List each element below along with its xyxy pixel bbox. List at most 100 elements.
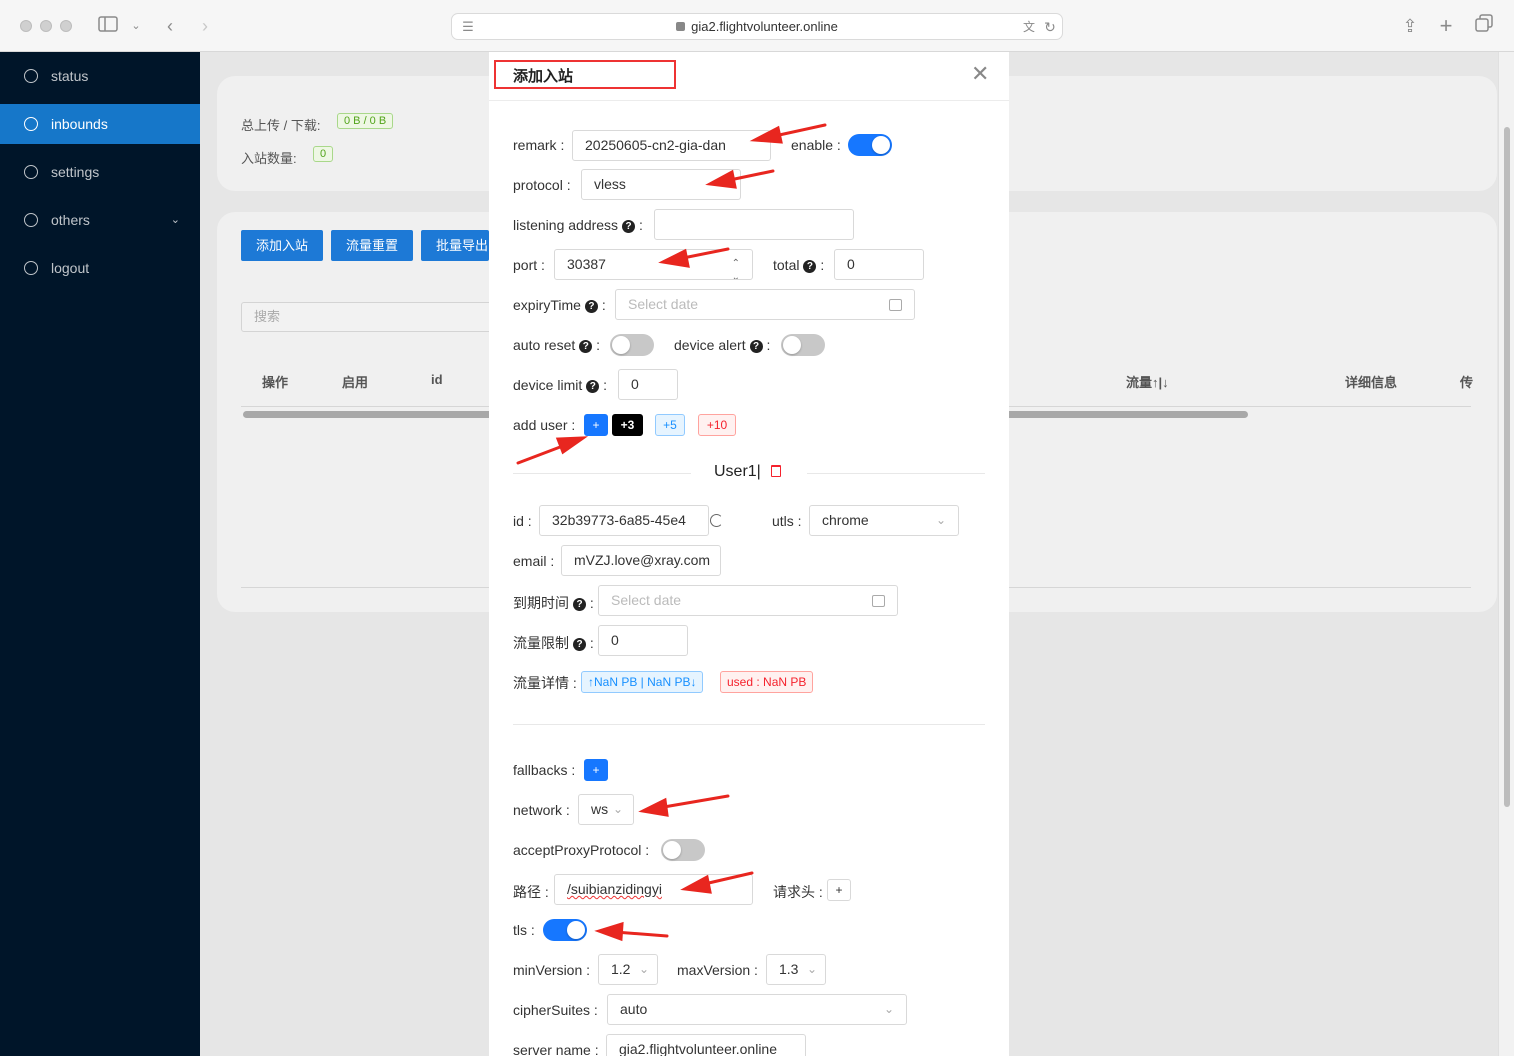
zoom-window-button[interactable] xyxy=(60,20,72,32)
device-limit-input[interactable]: 0 xyxy=(618,369,678,400)
forward-icon[interactable]: › xyxy=(193,14,217,38)
path-input[interactable]: /suibianzidingyi xyxy=(554,874,753,905)
address-bar[interactable]: ☰ gia2.flightvolunteer.online 文 ↻ xyxy=(451,13,1063,40)
user-expiry-date-picker[interactable]: Select date xyxy=(598,585,898,616)
reset-traffic-button[interactable]: 流量重置 xyxy=(331,230,414,261)
total-label: total? : xyxy=(773,257,825,273)
help-icon: ? xyxy=(584,300,598,313)
delete-user-icon[interactable] xyxy=(771,465,781,477)
port-input[interactable]: 30387 ⌃ ⌄ xyxy=(554,249,753,280)
email-input[interactable]: mVZJ.love@xray.com xyxy=(561,545,721,576)
sidebar-item-status[interactable]: status xyxy=(0,56,200,96)
lock-icon xyxy=(676,22,686,31)
add-user-button[interactable]: + xyxy=(584,414,608,436)
tls-toggle[interactable] xyxy=(543,919,587,941)
enable-toggle[interactable] xyxy=(848,134,892,156)
auto-reset-toggle[interactable] xyxy=(610,334,654,356)
utls-select[interactable]: chrome ⌄ xyxy=(809,505,959,536)
max-version-select[interactable]: 1.3 ⌄ xyxy=(766,954,826,985)
utls-label: utls : xyxy=(772,513,802,529)
user-id-input[interactable]: 32b39773-6a85-45e4 xyxy=(539,505,709,536)
add-inbound-button[interactable]: 添加入站 xyxy=(241,230,324,261)
add-10-users-button[interactable]: +10 xyxy=(698,414,736,436)
sidebar-item-settings[interactable]: settings xyxy=(0,152,200,192)
user-section-title: User1| xyxy=(714,463,761,480)
traffic-limit-input[interactable]: 0 xyxy=(598,625,688,656)
help-icon: ? xyxy=(573,598,586,611)
help-icon: ? xyxy=(586,380,600,393)
scrollbar-thumb[interactable] xyxy=(1504,127,1510,807)
remark-label: remark : xyxy=(513,137,565,153)
batch-export-button[interactable]: 批量导出 xyxy=(421,230,489,261)
accept-proxy-protocol-toggle[interactable] xyxy=(661,839,705,861)
chevron-down-icon: ⌄ xyxy=(883,1002,894,1016)
add-request-header-button[interactable]: + xyxy=(827,879,851,901)
listen-address-label: listening address? : xyxy=(513,217,643,233)
traffic-detail-label: 流量详情 : xyxy=(513,675,577,691)
close-window-button[interactable] xyxy=(20,20,32,32)
column-header[interactable]: 流量↑|↓ xyxy=(1126,372,1169,391)
protocol-select[interactable]: vless xyxy=(581,169,741,200)
column-header: id xyxy=(431,372,443,387)
device-alert-toggle[interactable] xyxy=(781,334,825,356)
add-fallback-button[interactable]: + xyxy=(584,759,608,781)
reload-icon[interactable]: ↻ xyxy=(1038,15,1062,39)
sidebar-item-label: status xyxy=(51,68,89,84)
close-icon[interactable]: ✕ xyxy=(971,63,989,85)
help-icon: ? xyxy=(573,638,586,651)
add-user-label: add user : xyxy=(513,417,576,433)
sidebar-item-inbounds[interactable]: inbounds xyxy=(0,104,200,144)
section-divider xyxy=(807,473,985,474)
sidebar-item-logout[interactable]: logout xyxy=(0,248,200,288)
tls-label: tls : xyxy=(513,922,535,938)
column-header: 详细信息 xyxy=(1345,375,1398,390)
column-header: 操作 xyxy=(262,375,289,390)
new-tab-icon[interactable]: + xyxy=(1434,14,1458,38)
help-icon: ? xyxy=(803,260,817,273)
total-traffic-value: 0 B / 0 B xyxy=(337,113,394,129)
port-label: port : xyxy=(513,257,545,273)
max-version-label: maxVersion : xyxy=(677,962,758,978)
share-icon[interactable]: ⇪ xyxy=(1398,14,1422,38)
modal-title: 添加入站 xyxy=(513,68,574,85)
sidebar-toggle-icon[interactable] xyxy=(96,14,120,38)
listen-address-input[interactable] xyxy=(654,209,854,240)
inbound-count-label: 入站数量: xyxy=(241,151,297,166)
stepper-icon[interactable]: ⌃ ⌄ xyxy=(732,257,740,279)
cipher-suites-label: cipherSuites : xyxy=(513,1002,598,1018)
server-name-input[interactable]: gia2.flightvolunteer.online xyxy=(606,1034,806,1056)
network-label: network : xyxy=(513,802,570,818)
tabs-overview-icon[interactable] xyxy=(1472,14,1496,38)
min-version-label: minVersion : xyxy=(513,962,591,978)
user-icon xyxy=(24,117,38,131)
sidebar-item-label: others xyxy=(51,212,90,228)
add-inbound-modal: 添加入站 ✕ remark : 20250605-cn2-gia-dan ena… xyxy=(489,52,1009,1056)
gear-icon xyxy=(24,165,38,179)
total-input[interactable]: 0 xyxy=(834,249,924,280)
device-limit-label: device limit? : xyxy=(513,377,608,393)
modal-header: 添加入站 ✕ xyxy=(489,52,1009,101)
back-icon[interactable]: ‹ xyxy=(158,14,182,38)
total-traffic-label: 总上传 / 下载: xyxy=(241,118,321,133)
search-input[interactable]: 搜索 xyxy=(241,302,501,332)
logout-icon xyxy=(24,261,38,275)
remark-input[interactable]: 20250605-cn2-gia-dan xyxy=(572,130,771,161)
chevron-down-icon: ⌄ xyxy=(935,513,946,527)
chevron-down-icon[interactable]: ⌄ xyxy=(124,14,148,38)
browser-toolbar: ⌄ ‹ › ☰ gia2.flightvolunteer.online 文 ↻ … xyxy=(0,0,1514,52)
enable-label: enable : xyxy=(791,137,841,153)
expiry-date-picker[interactable]: Select date xyxy=(615,289,915,320)
add-5-users-button[interactable]: +5 xyxy=(655,414,685,436)
network-select[interactable]: ws ⌄ xyxy=(578,794,634,825)
add-3-users-button[interactable]: +3 xyxy=(612,414,643,436)
sidebar-item-label: inbounds xyxy=(51,116,108,132)
cipher-suites-select[interactable]: auto ⌄ xyxy=(607,994,907,1025)
regenerate-id-icon[interactable] xyxy=(710,514,723,527)
page-vertical-scrollbar[interactable] xyxy=(1498,52,1514,1056)
min-version-select[interactable]: 1.2 ⌄ xyxy=(598,954,658,985)
auto-reset-label: auto reset? : xyxy=(513,337,601,353)
minimize-window-button[interactable] xyxy=(40,20,52,32)
sidebar-item-others[interactable]: others ⌄ xyxy=(0,200,200,240)
id-label: id : xyxy=(513,513,532,529)
inbound-count-value: 0 xyxy=(313,146,334,162)
